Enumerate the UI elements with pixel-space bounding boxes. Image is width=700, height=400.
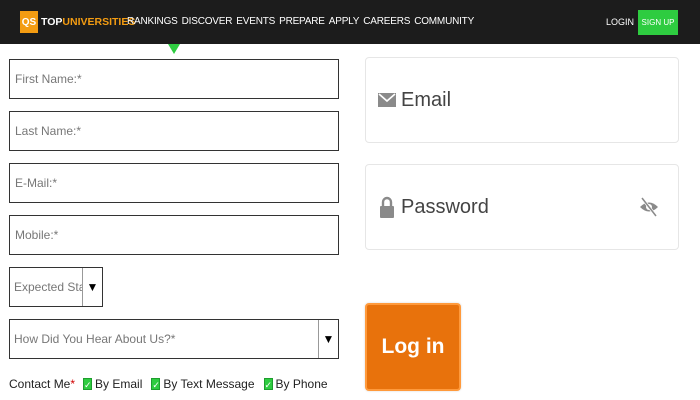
- nav-rankings[interactable]: RANKINGS: [127, 16, 178, 28]
- checkbox-icon[interactable]: ✓: [151, 378, 161, 390]
- contact-me-row: Contact Me * ✓ By Email ✓ By Text Message…: [9, 374, 337, 394]
- checkbox-icon[interactable]: ✓: [263, 378, 273, 390]
- contact-by-text-option[interactable]: ✓ By Text Message: [151, 377, 255, 391]
- top-universities-logo[interactable]: TOPUNIVERSITIES: [41, 16, 135, 28]
- eye-off-icon[interactable]: [638, 195, 660, 219]
- nav-apply[interactable]: APPLY: [329, 16, 360, 28]
- mobile-input[interactable]: [9, 215, 339, 255]
- nav-community[interactable]: COMMUNITY: [414, 16, 474, 28]
- email-icon: [378, 89, 396, 111]
- main-nav: RANKINGS DISCOVER EVENTS PREPARE APPLY C…: [127, 16, 474, 28]
- logo-universities-text: UNIVERSITIES: [62, 16, 136, 28]
- header-login-link[interactable]: LOGIN: [606, 16, 634, 28]
- logo-top-text: TOP: [41, 16, 63, 28]
- contact-option-label: By Email: [95, 377, 143, 391]
- dropdown-arrow-icon: ▼: [318, 320, 338, 358]
- contact-option-label: By Phone: [275, 377, 328, 391]
- lock-icon: [378, 196, 396, 218]
- dropdown-arrow-icon: ▼: [82, 268, 102, 306]
- first-name-input[interactable]: [9, 59, 339, 99]
- login-email-field[interactable]: Email: [365, 57, 679, 143]
- login-password-field[interactable]: Password: [365, 164, 679, 250]
- contact-me-label: Contact Me: [9, 377, 71, 391]
- qs-logo-mark[interactable]: QS: [20, 11, 38, 33]
- contact-option-label: By Text Message: [163, 377, 255, 391]
- nav-events[interactable]: EVENTS: [236, 16, 275, 28]
- contact-by-email-option[interactable]: ✓ By Email: [83, 377, 142, 391]
- start-year-select[interactable]: Expected Start Y ▼: [9, 267, 103, 307]
- dropdown-pointer-triangle: [168, 44, 180, 54]
- nav-careers[interactable]: CAREERS: [363, 16, 410, 28]
- hear-about-select-value: How Did You Hear About Us?*: [14, 332, 176, 346]
- login-button[interactable]: Log in: [365, 303, 461, 391]
- hear-about-select[interactable]: How Did You Hear About Us?* ▼: [9, 319, 339, 359]
- login-email-label: Email: [401, 88, 452, 111]
- nav-prepare[interactable]: PREPARE: [279, 16, 325, 28]
- required-star: *: [70, 377, 76, 391]
- signup-button[interactable]: SIGN UP: [638, 10, 678, 35]
- login-password-label: Password: [401, 195, 489, 218]
- nav-discover[interactable]: DISCOVER: [182, 16, 233, 28]
- top-navigation-bar: QS TOPUNIVERSITIES RANKINGS DISCOVER EVE…: [0, 0, 700, 44]
- start-year-select-value: Expected Start Y: [14, 280, 82, 294]
- checkbox-icon[interactable]: ✓: [83, 378, 93, 390]
- email-input[interactable]: [9, 163, 339, 203]
- contact-by-phone-option[interactable]: ✓ By Phone: [263, 377, 328, 391]
- last-name-input[interactable]: [9, 111, 339, 151]
